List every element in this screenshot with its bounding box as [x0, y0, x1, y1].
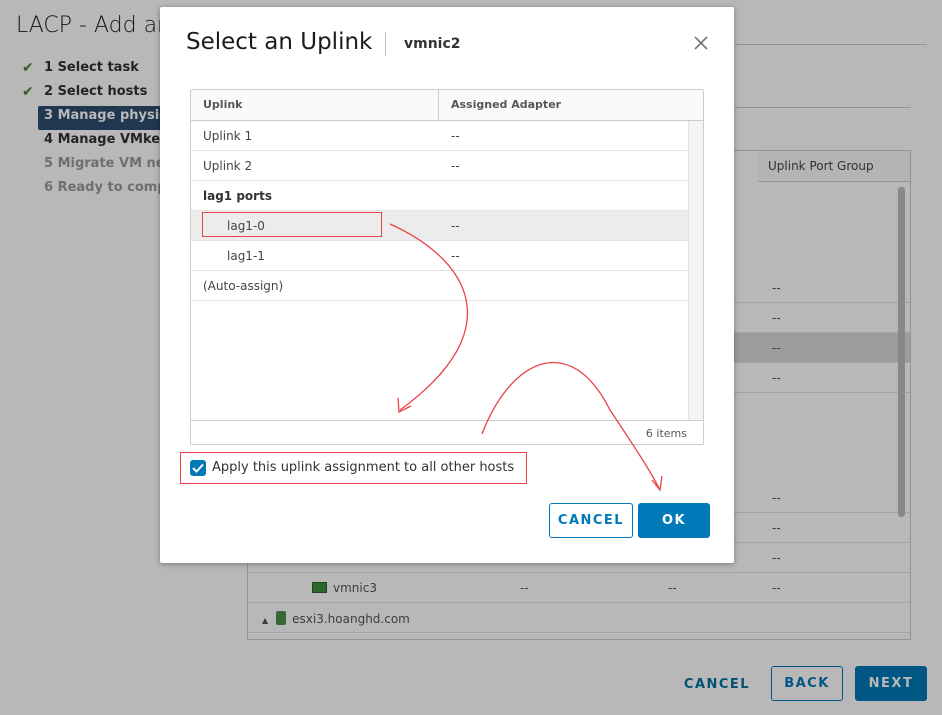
checkbox[interactable]: [190, 460, 206, 476]
uplink-datagrid: Uplink Assigned Adapter Uplink 1 -- Upli…: [190, 89, 704, 445]
datagrid-header: Uplink Assigned Adapter: [191, 90, 703, 121]
adapter-cell: --: [451, 219, 460, 233]
datagrid-footer: 6 items: [191, 420, 703, 444]
select-uplink-dialog: Select an Uplink vmnic2 Uplink Assigned …: [160, 7, 734, 563]
dialog-cancel-button[interactable]: CANCEL: [549, 503, 633, 538]
uplink-row-lag1-1[interactable]: lag1-1 --: [191, 241, 688, 271]
dialog-title: Select an Uplink: [186, 29, 373, 55]
title-separator: [385, 32, 386, 56]
group-label: lag1 ports: [203, 189, 272, 203]
adapter-cell: --: [451, 129, 460, 143]
uplink-row-uplink-2[interactable]: Uplink 2 --: [191, 151, 688, 181]
item-count: 6 items: [645, 427, 687, 440]
uplink-cell: Uplink 1: [203, 129, 253, 143]
dialog-subtitle: vmnic2: [404, 36, 461, 52]
uplink-row-lag1-0[interactable]: lag1-0 --: [191, 211, 688, 241]
adapter-cell: --: [451, 159, 460, 173]
uplink-cell: Uplink 2: [203, 159, 253, 173]
uplink-cell: (Auto-assign): [203, 279, 284, 293]
dialog-ok-button[interactable]: OK: [638, 503, 710, 538]
column-header-assigned-adapter[interactable]: Assigned Adapter: [439, 90, 703, 120]
uplink-row-auto-assign[interactable]: (Auto-assign): [191, 271, 688, 301]
adapter-cell: --: [451, 249, 460, 263]
uplink-group-lag1-ports: lag1 ports: [191, 181, 688, 211]
uplink-cell: lag1-1: [227, 249, 265, 263]
checkbox-label: Apply this uplink assignment to all othe…: [212, 460, 515, 475]
column-header-uplink[interactable]: Uplink: [191, 90, 439, 120]
datagrid-scrollbar[interactable]: [688, 121, 703, 420]
uplink-row-uplink-1[interactable]: Uplink 1 --: [191, 121, 688, 151]
uplink-cell: lag1-0: [227, 219, 265, 233]
close-icon[interactable]: [690, 33, 712, 55]
